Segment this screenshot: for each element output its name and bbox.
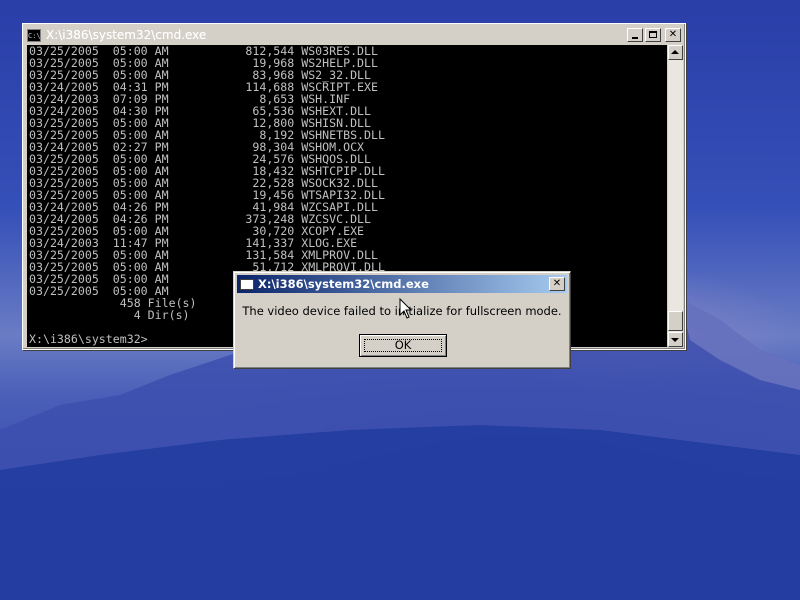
dialog-titlebar[interactable]: X:\i386\system32\cmd.exe ✕ <box>237 275 567 293</box>
cmd-prompt-icon: C:\ <box>27 28 41 42</box>
scroll-thumb[interactable] <box>668 311 683 331</box>
console-line: 4 Dir(s) <box>133 308 190 322</box>
scroll-up-arrow-icon <box>671 50 679 54</box>
close-icon: ✕ <box>668 29 678 40</box>
scroll-down-button[interactable] <box>668 332 683 347</box>
focus-rectangle <box>364 339 442 352</box>
maximize-button[interactable] <box>645 28 661 42</box>
minimize-button[interactable] <box>627 28 643 42</box>
scroll-up-button[interactable] <box>668 45 683 60</box>
minimize-icon <box>632 37 638 39</box>
mouse-pointer-icon <box>399 298 413 319</box>
close-button[interactable]: ✕ <box>665 28 681 42</box>
ok-button[interactable]: OK <box>359 334 447 357</box>
cmd-window-title: X:\i386\system32\cmd.exe <box>46 28 207 42</box>
window-controls: ✕ <box>627 28 681 42</box>
error-dialog: X:\i386\system32\cmd.exe ✕ The video dev… <box>233 271 571 369</box>
vertical-scrollbar[interactable] <box>668 45 683 347</box>
dialog-title: X:\i386\system32\cmd.exe <box>258 277 429 291</box>
dialog-close-button[interactable]: ✕ <box>549 277 565 291</box>
maximize-icon <box>649 31 657 38</box>
console-line: X:\i386\system32> <box>29 332 148 346</box>
window-icon <box>240 278 254 290</box>
scroll-down-arrow-icon <box>671 338 679 342</box>
close-icon: ✕ <box>552 278 562 289</box>
cmd-titlebar[interactable]: C:\ X:\i386\system32\cmd.exe ✕ <box>25 26 683 44</box>
